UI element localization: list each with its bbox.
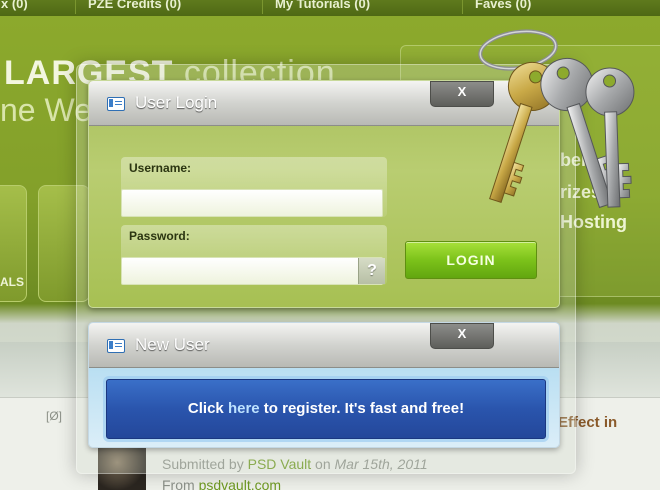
new-user-window: New User X Click here to register. It's … xyxy=(88,322,560,448)
login-title: User Login xyxy=(135,93,218,112)
newuser-title: New User xyxy=(135,335,210,354)
list-bracket[interactable]: [Ø] xyxy=(46,409,62,423)
from-line: From psdvault.com xyxy=(162,477,281,490)
username-input[interactable] xyxy=(121,189,383,217)
register-prefix: Click xyxy=(187,400,224,417)
register-button[interactable]: Click here to register. It's fast and fr… xyxy=(106,379,546,439)
category-label: ALS xyxy=(0,275,24,289)
password-input[interactable] xyxy=(121,257,383,285)
top-nav-tab-credits[interactable]: PZE Credits (0) xyxy=(75,0,181,14)
username-label: Username: xyxy=(129,161,192,175)
register-suffix: to register. It's fast and free! xyxy=(263,400,465,417)
password-help-button[interactable]: ? xyxy=(358,258,385,284)
top-nav-tab-tutorials[interactable]: My Tutorials (0) xyxy=(262,0,370,14)
window-icon xyxy=(107,97,125,111)
keys-icon xyxy=(470,14,660,229)
source-link[interactable]: psdvault.com xyxy=(199,477,281,490)
username-group: Username: xyxy=(121,157,387,217)
password-group: Password: ? xyxy=(121,225,387,285)
password-label: Password: xyxy=(129,229,190,243)
top-nav-tab-1[interactable]: x (0) xyxy=(0,0,28,14)
newuser-close-button[interactable]: X xyxy=(430,323,494,349)
newuser-titlebar: New User X xyxy=(89,323,559,368)
login-button[interactable]: LOGIN xyxy=(405,241,537,279)
top-nav-tab-faves[interactable]: Faves (0) xyxy=(462,0,531,14)
register-link[interactable]: here xyxy=(228,400,260,417)
window-icon xyxy=(107,339,125,353)
from-prefix: From xyxy=(162,477,195,490)
